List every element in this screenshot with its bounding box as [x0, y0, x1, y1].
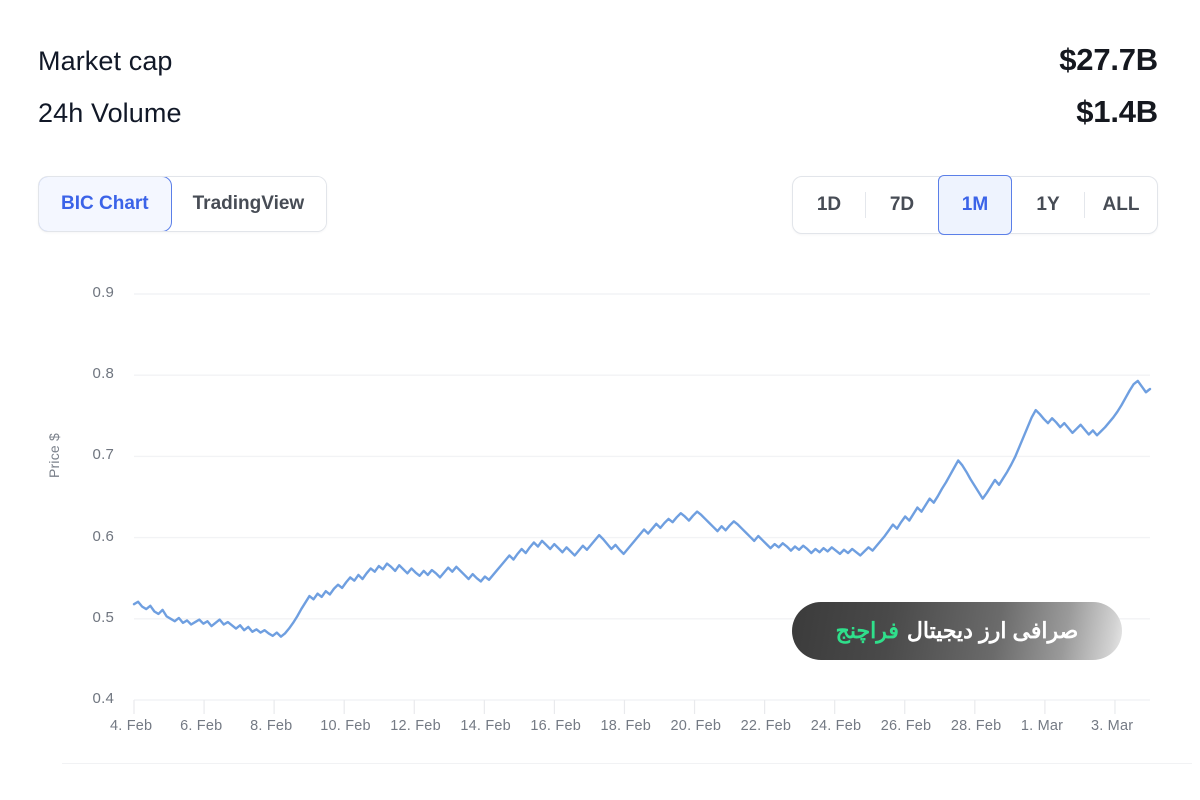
- x-axis-tick-label: 28. Feb: [950, 718, 1002, 734]
- range-7d[interactable]: 7D: [866, 177, 938, 233]
- tab-bic-chart-label: BIC Chart: [61, 193, 149, 214]
- y-axis-tick-label: 0.4: [92, 690, 114, 707]
- y-axis-tick-label: 0.5: [92, 608, 114, 626]
- y-axis-tick-label: 0.9: [92, 284, 114, 301]
- x-axis-tick-label: 24. Feb: [810, 718, 862, 734]
- x-axis-tick-label: 16. Feb: [530, 718, 581, 734]
- x-axis-tick-label: 8. Feb: [250, 718, 293, 734]
- x-axis-tick-label: 4. Feb: [110, 718, 153, 734]
- market-chart-page: Market cap $27.7B 24h Volume $1.4B BIC C…: [0, 0, 1200, 800]
- x-axis-tick-label: 22. Feb: [740, 718, 792, 734]
- price-chart[interactable]: Price $ 0.9 0.8 0.7 0.6 0.5 0.4 4. Feb 6. Feb 8…: [0, 262, 1200, 762]
- volume-label: 24h Volume: [38, 98, 182, 128]
- volume-value: $1.4B: [1076, 94, 1158, 129]
- x-axis-tick-label: 1. Mar: [1020, 718, 1064, 734]
- range-all-label: ALL: [1102, 194, 1140, 215]
- tab-tradingview[interactable]: TradingView: [170, 177, 327, 231]
- stat-row-24h-volume: 24h Volume $1.4B: [38, 96, 1158, 148]
- bottom-divider: [62, 763, 1192, 764]
- market-stats: Market cap $27.7B 24h Volume $1.4B: [38, 44, 1158, 148]
- y-axis-tick-label: 0.6: [92, 527, 114, 545]
- x-axis-tick-label: 3. Mar: [1090, 718, 1134, 734]
- x-axis-tick-label: 14. Feb: [460, 718, 511, 734]
- range-7d-label: 7D: [889, 194, 915, 215]
- range-1m-label: 1M: [961, 194, 989, 215]
- chart-source-tabs: BIC Chart TradingView: [38, 176, 328, 232]
- watermark-text-brand: فراچنج: [835, 618, 899, 643]
- tab-bic-chart[interactable]: BIC Chart: [39, 177, 172, 231]
- y-axis-title: Price $: [46, 433, 62, 478]
- stat-row-market-cap: Market cap $27.7B: [38, 44, 1158, 96]
- range-1d[interactable]: 1D: [793, 177, 865, 233]
- x-axis-tick-label: 18. Feb: [600, 718, 652, 734]
- range-1y[interactable]: 1Y: [1012, 177, 1084, 233]
- time-range-selector: 1D 7D 1M 1Y ALL: [792, 175, 1158, 235]
- market-cap-value: $27.7B: [1059, 42, 1158, 77]
- range-1m[interactable]: 1M: [938, 175, 1012, 235]
- y-axis-tick-label: 0.8: [92, 365, 114, 383]
- x-axis-tick-label: 12. Feb: [390, 718, 441, 734]
- watermark-text-primary: صرافی ارز دیجیتال: [906, 618, 1079, 643]
- price-line: [132, 379, 1152, 638]
- market-cap-label: Market cap: [38, 46, 173, 76]
- tab-tradingview-label: TradingView: [192, 193, 305, 214]
- x-axis-tick-label: 20. Feb: [670, 718, 722, 734]
- range-all[interactable]: ALL: [1085, 177, 1157, 233]
- watermark-badge: صرافی ارز دیجیتال فراچنج: [792, 602, 1122, 660]
- x-axis-tick-label: 6. Feb: [180, 718, 223, 734]
- x-axis-tick-label: 26. Feb: [880, 718, 932, 734]
- price-line-chart-svg: [132, 293, 1152, 714]
- y-axis-tick-label: 0.7: [92, 446, 114, 464]
- range-1d-label: 1D: [816, 194, 842, 215]
- x-axis-tick-label: 10. Feb: [320, 718, 371, 734]
- range-1y-label: 1Y: [1036, 194, 1060, 215]
